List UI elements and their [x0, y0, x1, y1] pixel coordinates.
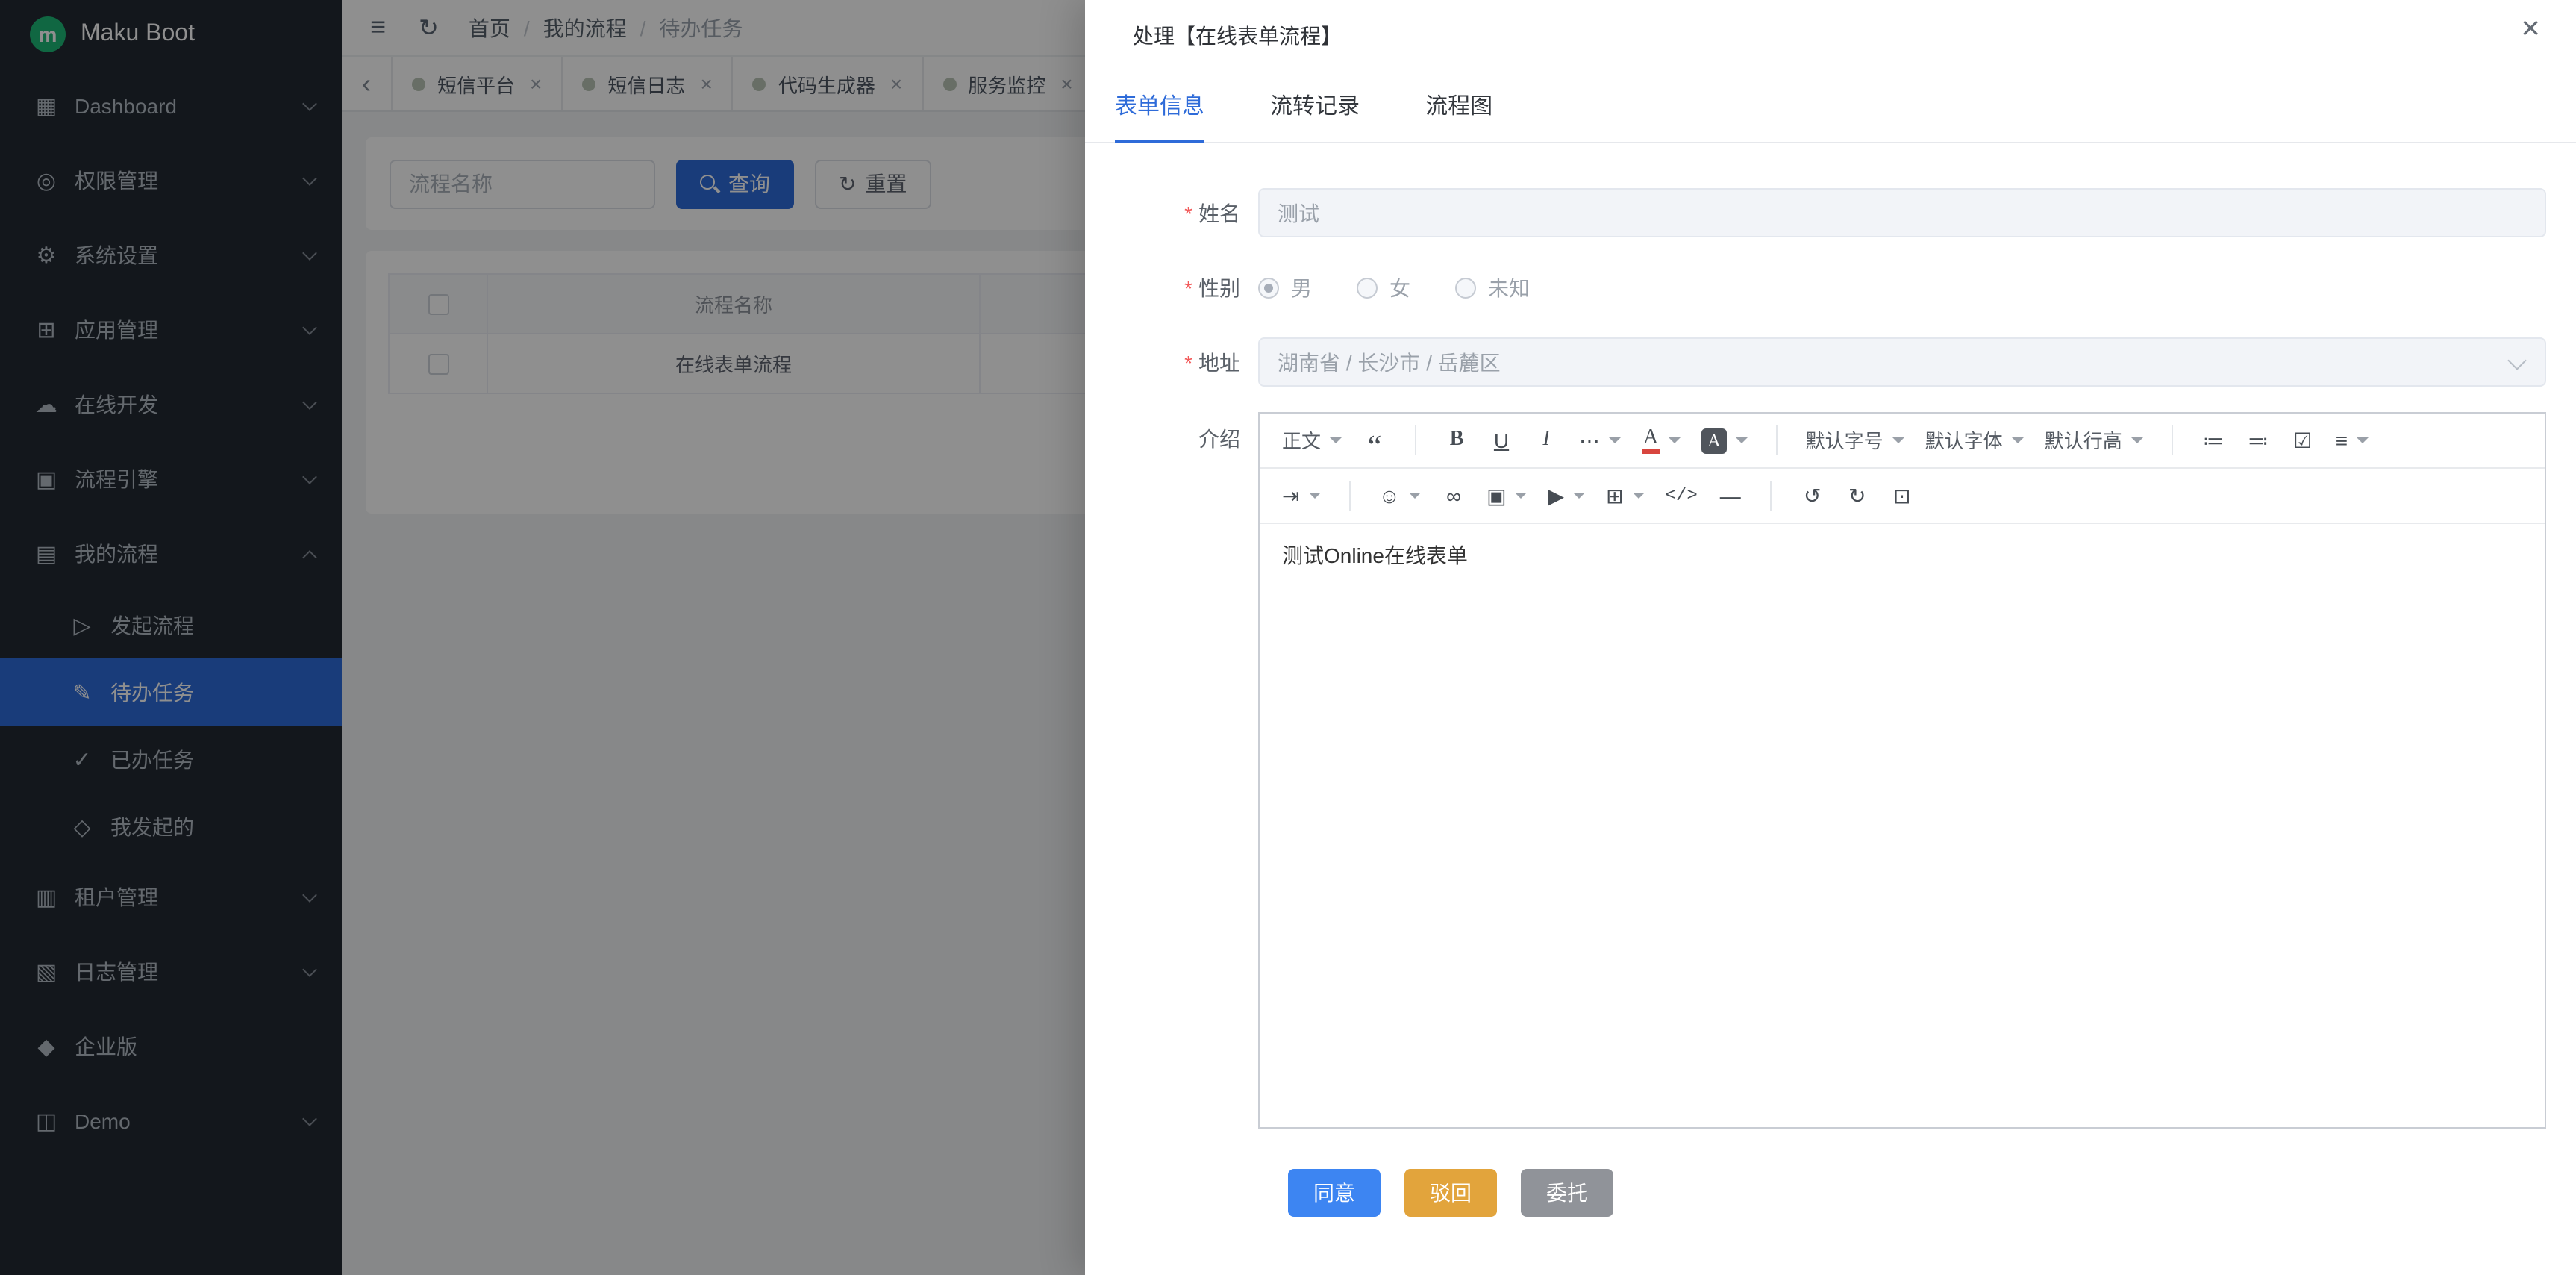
address-label: 地址 [1115, 347, 1240, 377]
name-input [1258, 188, 2546, 237]
action-button[interactable]: 驳回 [1404, 1169, 1497, 1217]
undo-icon[interactable]: ↺ [1793, 476, 1832, 515]
caret-down-icon [1516, 493, 1528, 499]
editor-toolbar-row-2: ⇥ ☺ ∞ ▣ [1260, 469, 2545, 524]
caret-down-icon [1892, 437, 1904, 443]
drawer-tab[interactable]: 流程图 [1425, 90, 1492, 143]
gender-radio: 女 [1357, 272, 1410, 302]
app-root: m Maku Boot ▦ Dashboard ◎ 权限管理 ⚙ 系统设置 ⊞ [0, 0, 2576, 1275]
intro-field-row: 介绍 正文 “ [1115, 412, 2546, 1129]
caret-down-icon [1308, 493, 1320, 499]
process-drawer: 处理【在线表单流程】 × 表单信息 流转记录 流程图 姓名 性别 男 [1085, 0, 2576, 1275]
italic-icon[interactable]: I [1527, 421, 1566, 460]
caret-down-icon [2357, 437, 2369, 443]
drawer-tab[interactable]: 表单信息 [1115, 90, 1204, 143]
caret-down-icon [2012, 437, 2024, 443]
hr-icon[interactable]: — [1711, 476, 1750, 515]
link-icon[interactable]: ∞ [1434, 476, 1473, 515]
drawer-tab[interactable]: 流转记录 [1270, 90, 1360, 143]
name-label: 姓名 [1115, 198, 1240, 228]
caret-down-icon [2131, 437, 2143, 443]
ordered-list-icon[interactable]: ≕ [2239, 421, 2278, 460]
code-block-icon[interactable]: </> [1658, 476, 1705, 515]
radio-label: 未知 [1488, 272, 1530, 302]
gender-radio: 未知 [1455, 272, 1530, 302]
radio-icon [1258, 277, 1279, 298]
toolbar-divider[interactable] [1348, 481, 1350, 511]
indent-select[interactable]: ⇥ [1275, 476, 1328, 515]
toolbar-divider[interactable] [2172, 425, 2173, 455]
table-select[interactable]: ⊞ [1598, 476, 1651, 515]
emoji-select[interactable]: ☺ [1371, 476, 1428, 515]
caret-down-icon [1330, 437, 1342, 443]
redo-icon[interactable]: ↻ [1838, 476, 1877, 515]
action-buttons: 同意驳回委托 [1288, 1169, 2546, 1217]
bullet-list-icon[interactable]: ≔ [2194, 421, 2233, 460]
radio-icon [1357, 277, 1378, 298]
gender-field-row: 性别 男 女 未知 [1115, 263, 2546, 312]
caret-down-icon [1609, 437, 1621, 443]
name-field-row: 姓名 [1115, 188, 2546, 237]
fullscreen-icon[interactable]: ⊡ [1883, 476, 1922, 515]
address-select: 湖南省 / 长沙市 / 岳麓区 [1258, 337, 2546, 387]
more-style-select[interactable]: ⋯ [1572, 421, 1628, 460]
radio-icon [1455, 277, 1476, 298]
todo-list-icon[interactable]: ☑ [2283, 421, 2322, 460]
form-panel: 姓名 性别 男 女 未知 [1085, 143, 2576, 1217]
caret-down-icon [1669, 437, 1681, 443]
font-size-select[interactable]: 默认字号 [1798, 421, 1912, 460]
address-value: 湖南省 / 长沙市 / 岳麓区 [1278, 347, 1501, 377]
heading-select[interactable]: 正文 [1275, 421, 1349, 460]
font-family-select[interactable]: 默认字体 [1918, 421, 2031, 460]
font-color-select[interactable]: A [1634, 421, 1688, 460]
action-button[interactable]: 委托 [1521, 1169, 1613, 1217]
toolbar-divider[interactable] [1771, 481, 1772, 511]
gender-radio: 男 [1258, 272, 1312, 302]
gender-label: 性别 [1115, 272, 1240, 302]
caret-down-icon [1633, 493, 1645, 499]
bg-color-select[interactable]: A [1694, 421, 1754, 460]
action-button[interactable]: 同意 [1288, 1169, 1381, 1217]
radio-label: 女 [1389, 272, 1410, 302]
underline-icon[interactable]: U [1482, 421, 1521, 460]
gender-radio-group: 男 女 未知 [1258, 263, 2546, 312]
caret-down-icon [1573, 493, 1585, 499]
editor-toolbar-row-1: 正文 “ B [1260, 414, 2545, 469]
image-select[interactable]: ▣ [1479, 476, 1534, 515]
drawer-header: 处理【在线表单流程】 × [1085, 0, 2576, 51]
toolbar-divider[interactable] [1776, 425, 1778, 455]
video-select[interactable]: ▶ [1541, 476, 1593, 515]
editor-content[interactable]: 测试Online在线表单 [1260, 524, 2545, 1127]
bold-icon[interactable]: B [1437, 421, 1476, 460]
intro-label: 介绍 [1115, 424, 1240, 454]
align-select[interactable]: ≡ [2328, 421, 2376, 460]
line-height-select[interactable]: 默认行高 [2037, 421, 2151, 460]
address-field-row: 地址 湖南省 / 长沙市 / 岳麓区 [1115, 337, 2546, 387]
drawer-title: 处理【在线表单流程】 [1133, 24, 1342, 48]
caret-down-icon [1736, 437, 1748, 443]
rich-text-editor: 正文 “ B [1258, 412, 2546, 1129]
close-icon[interactable]: × [2521, 12, 2540, 45]
toolbar-divider[interactable] [1415, 425, 1416, 455]
drawer-tabs: 表单信息 流转记录 流程图 [1085, 90, 2576, 143]
blockquote-icon[interactable]: “ [1355, 421, 1394, 460]
caret-down-icon [1409, 493, 1421, 499]
radio-label: 男 [1291, 272, 1312, 302]
